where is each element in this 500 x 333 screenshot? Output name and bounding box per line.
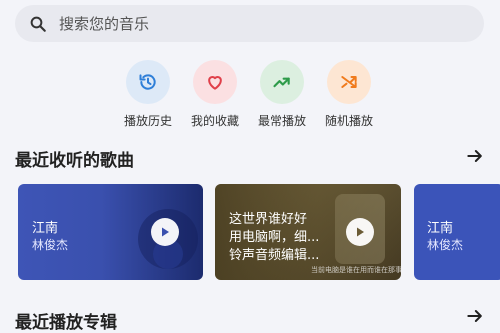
history-icon	[126, 60, 170, 104]
search-icon	[29, 15, 47, 33]
arrow-right-icon[interactable]	[465, 306, 485, 326]
song-title-line: 这世界谁好好	[229, 212, 308, 227]
quick-action-favorites[interactable]: 我的收藏	[183, 60, 247, 129]
song-artist: 林俊杰	[32, 238, 69, 252]
quick-action-label: 随机播放	[324, 114, 373, 128]
quick-action-shuffle[interactable]: 随机播放	[317, 60, 381, 129]
song-artist: 林俊杰	[427, 238, 464, 252]
play-icon[interactable]	[346, 218, 374, 246]
search-bar[interactable]: 搜索您的音乐	[15, 5, 484, 42]
song-card[interactable]: 这世界谁好好 用电脑啊，细... 铃声音频编辑... 当前电脑是谁在用而谁在那事…	[215, 184, 401, 280]
play-icon[interactable]	[151, 218, 179, 246]
shuffle-icon	[327, 60, 371, 104]
search-placeholder: 搜索您的音乐	[59, 15, 150, 33]
quick-actions: 播放历史 我的收藏 最常播放 随机播放	[0, 60, 500, 130]
arrow-right-icon[interactable]	[465, 146, 485, 166]
cover-watermark: 当前电脑是谁在用而谁在那事情啊	[311, 266, 401, 274]
recent-songs-title: 最近收听的歌曲	[15, 151, 134, 171]
quick-action-label: 最常播放	[257, 114, 306, 128]
recent-albums-title: 最近播放专辑	[15, 313, 117, 333]
quick-action-label: 我的收藏	[190, 114, 239, 128]
quick-action-label: 播放历史	[123, 114, 172, 128]
song-title: 江南	[32, 221, 59, 236]
song-card[interactable]: 江南 林俊杰	[414, 184, 500, 280]
song-title-line: 用电脑啊，细...	[229, 230, 320, 245]
trending-up-icon	[260, 60, 304, 104]
song-subtitle: 铃声音频编辑...	[229, 248, 320, 263]
quick-action-history[interactable]: 播放历史	[116, 60, 180, 129]
song-card[interactable]: 江南 林俊杰	[18, 184, 203, 280]
heart-icon	[193, 60, 237, 104]
quick-action-most-played[interactable]: 最常播放	[250, 60, 314, 129]
song-title: 江南	[427, 221, 454, 236]
